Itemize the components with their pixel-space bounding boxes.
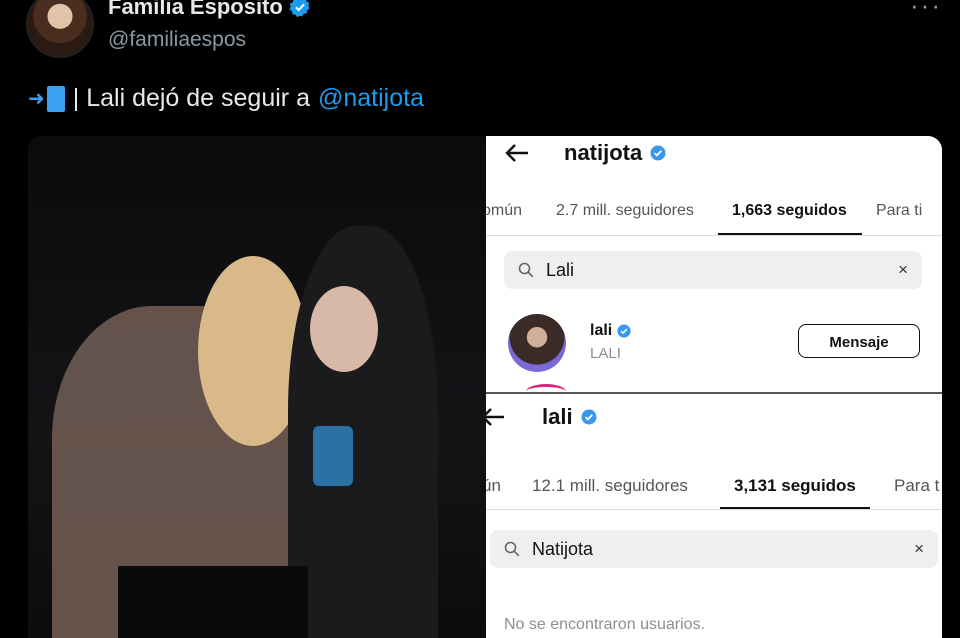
tab-followers[interactable]: 12.1 mill. seguidores [532,476,688,496]
author-display-name[interactable]: Familia Esposito [108,0,283,20]
search-input[interactable]: Natijota [532,539,593,560]
concert-photo[interactable] [28,136,486,638]
instagram-screenshot-natijota: natijota omún 2.7 mill. seguidores 1,663… [486,136,942,392]
tab-followers[interactable]: 2.7 mill. seguidores [556,202,694,220]
instagram-screenshot-lali: lali ún 12.1 mill. seguidores 3,131 segu… [486,394,942,638]
verified-badge-icon [617,324,631,338]
result-username[interactable]: lali [590,322,612,340]
search-bar[interactable]: Lali × [504,251,922,289]
tab-divider [486,235,942,236]
search-input[interactable]: Lali [546,260,574,281]
tab-for-you[interactable]: Para ti [876,202,922,220]
tab-common[interactable]: ún [486,476,501,496]
tweet-text: ➜ | Lali dejó de seguir a @natijota [28,84,424,113]
exit-emoji-icon: ➜ [28,85,65,112]
result-username-row[interactable]: lali [590,322,631,340]
author-name-row[interactable]: Familia Esposito [108,0,311,20]
ig-username: lali [542,404,573,429]
more-icon[interactable]: ··· [910,0,942,21]
ig-header: natijota [504,140,666,166]
back-arrow-icon[interactable] [504,142,530,164]
author-handle[interactable]: @familiaespos [108,28,246,52]
ig-tabs: ún 12.1 mill. seguidores 3,131 seguidos … [486,476,942,506]
search-icon [518,262,534,278]
ig-tabs: omún 2.7 mill. seguidores 1,663 seguidos… [486,202,942,232]
author-avatar[interactable] [26,0,94,58]
message-button[interactable]: Mensaje [798,324,920,358]
close-icon[interactable]: × [898,260,908,280]
verified-badge-icon [581,409,597,425]
tab-common[interactable]: omún [486,202,522,220]
verified-badge-icon [289,0,310,18]
tab-for-you[interactable]: Para t [894,476,939,496]
tab-divider [486,509,942,510]
next-result-peek [526,384,566,392]
result-fullname: LALI [590,345,621,362]
no-results-message: No se encontraron usuarios. [504,616,705,633]
search-icon [504,541,520,557]
back-arrow-icon[interactable] [486,406,506,428]
ig-header: lali [486,404,597,430]
close-icon[interactable]: × [914,539,924,559]
tweet-text-body: | Lali dejó de seguir a [72,84,310,112]
ig-username: natijota [564,140,643,165]
verified-badge-icon [650,145,666,161]
tab-following[interactable]: 3,131 seguidos [734,476,856,496]
tweet-media[interactable]: natijota omún 2.7 mill. seguidores 1,663… [28,136,942,638]
mention-link[interactable]: @natijota [318,84,424,113]
search-bar[interactable]: Natijota × [490,530,938,568]
tab-following[interactable]: 1,663 seguidos [732,202,847,220]
result-avatar[interactable] [508,314,566,372]
